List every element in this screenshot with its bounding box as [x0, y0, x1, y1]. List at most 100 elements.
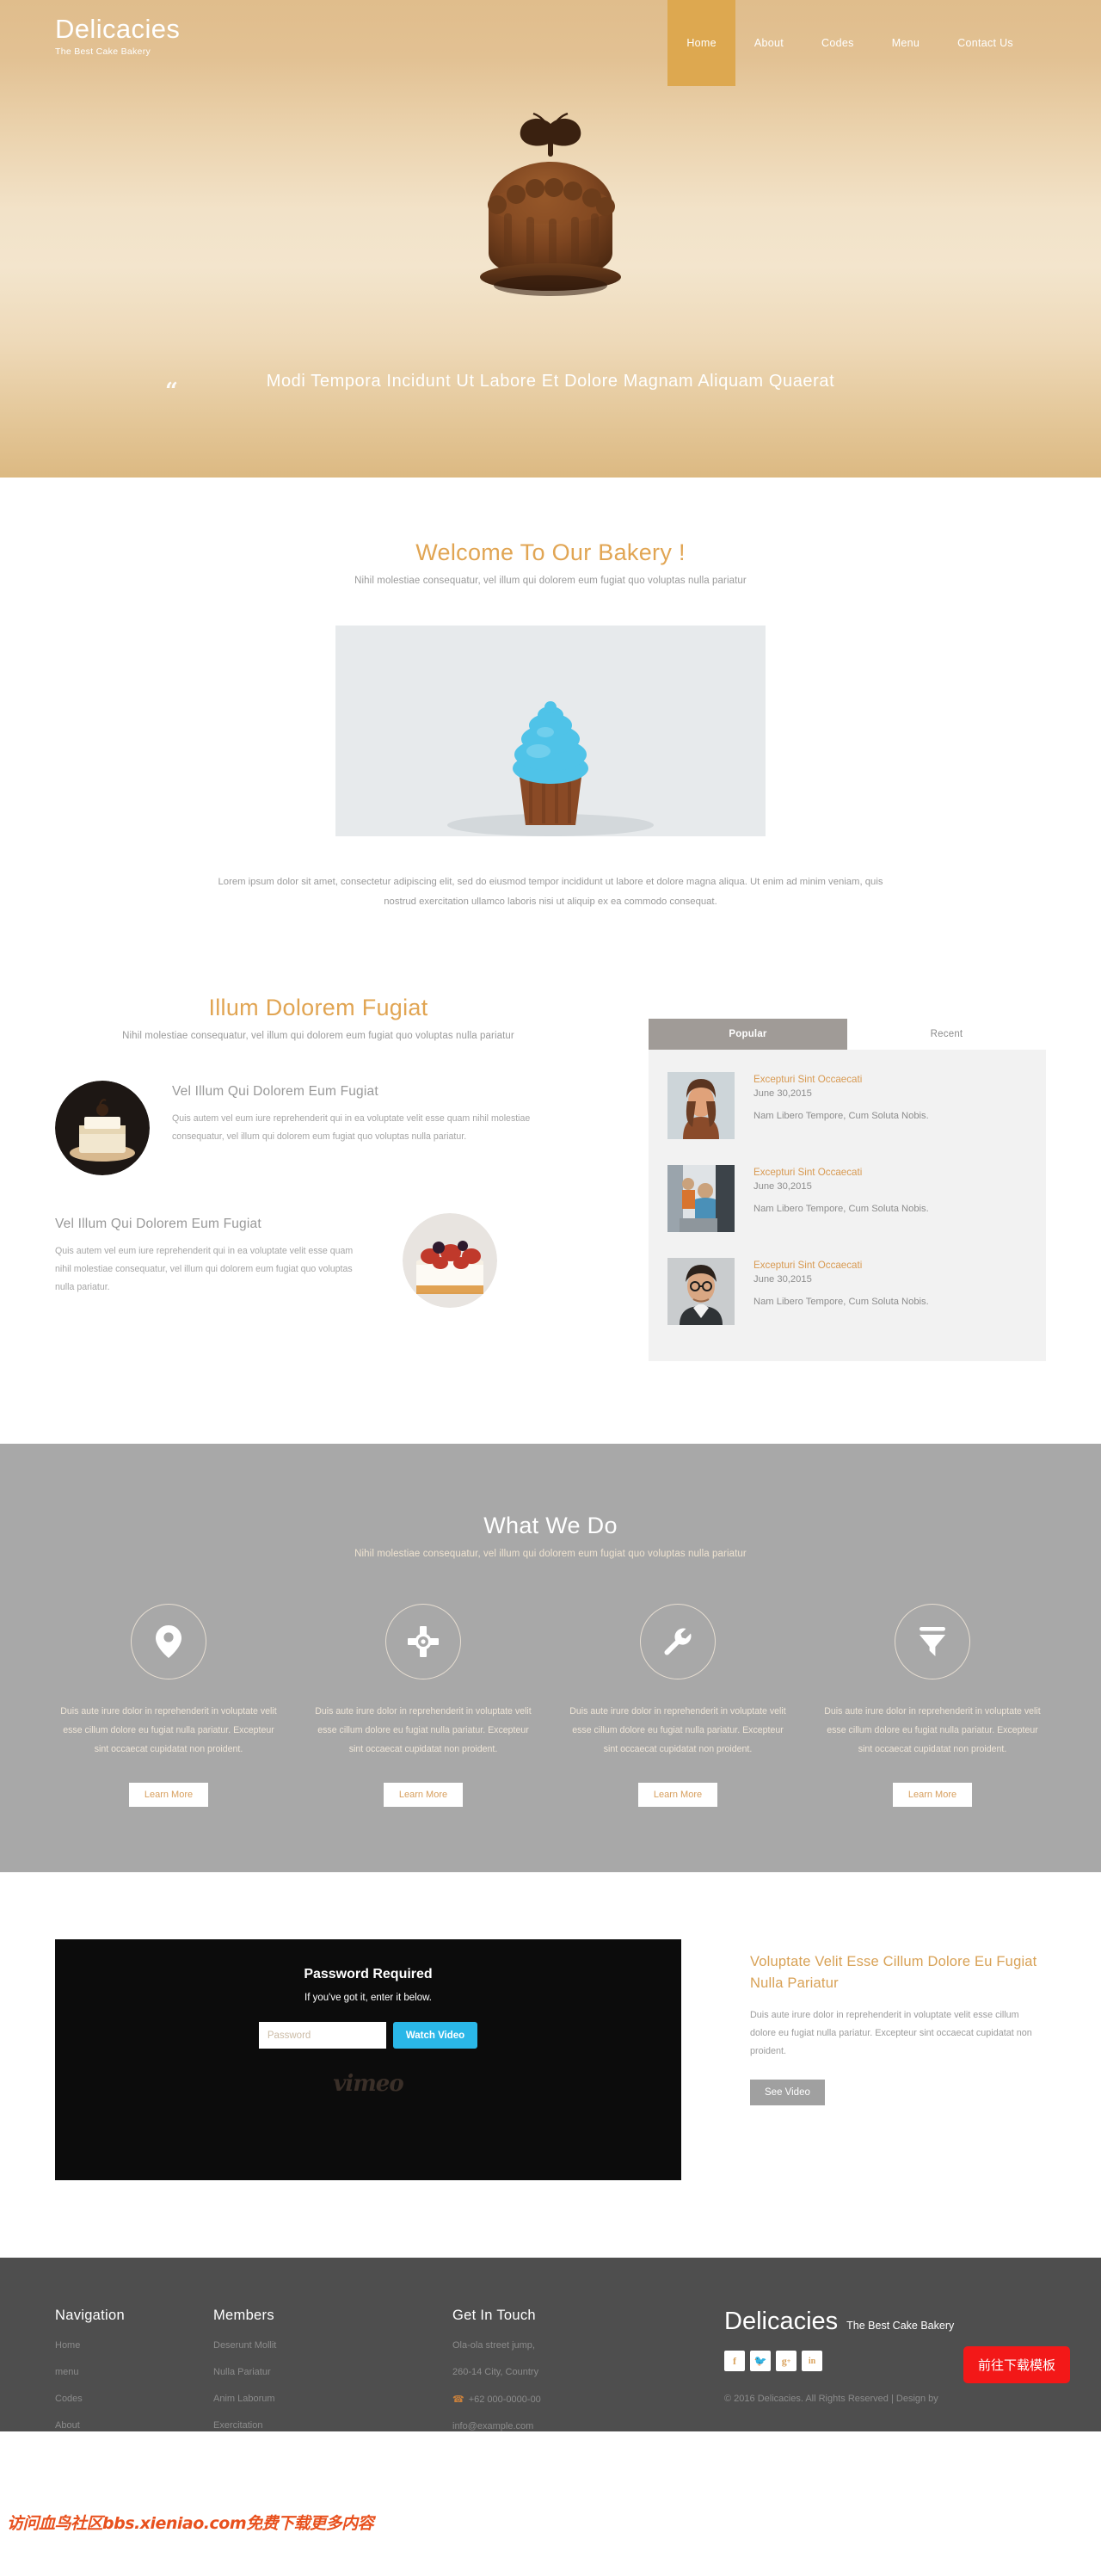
facebook-icon[interactable]: f	[724, 2351, 745, 2371]
list-item[interactable]: Excepturi Sint Occaecati June 30,2015 Na…	[667, 1158, 1027, 1251]
video-side-text: Duis aute irure dolor in reprehenderit i…	[750, 2010, 1032, 2056]
phone-icon: ☎	[452, 2394, 464, 2405]
footer-address-line2: 260-14 City, Country	[452, 2367, 539, 2377]
password-required-sub: If you've got it, enter it below.	[304, 1993, 432, 2003]
post-date: June 30,2015	[753, 1274, 812, 1285]
footer-nav-title: Navigation	[55, 2308, 125, 2323]
illum-subtitle: Nihil molestiae consequatur, vel illum q…	[122, 1031, 514, 1041]
download-template-button[interactable]: 前往下载模板	[963, 2346, 1070, 2383]
what-we-do-section: What We Do Nihil molestiae consequatur, …	[0, 1444, 1101, 1872]
services-list: Duis aute irure dolor in reprehenderit i…	[55, 1604, 1046, 1807]
password-form: Watch Video	[258, 2022, 478, 2049]
hero-cake-image	[421, 108, 680, 311]
post-title[interactable]: Excepturi Sint Occaecati	[753, 1260, 929, 1271]
footer-phone: +62 000-0000-00	[468, 2394, 541, 2405]
footer-nav-link-menu[interactable]: menu	[55, 2367, 213, 2377]
welcome-subtitle: Nihil molestiae consequatur, vel illum q…	[354, 576, 747, 586]
post-date: June 30,2015	[753, 1181, 812, 1192]
watch-video-button[interactable]: Watch Video	[392, 2022, 478, 2049]
password-required-title: Password Required	[304, 1967, 433, 1981]
hero-quote-text: Modi Tempora Incidunt Ut Labore Et Dolor…	[266, 372, 835, 391]
post-date: June 30,2015	[753, 1088, 812, 1099]
footer-brand-title: Delicacies	[724, 2308, 839, 2335]
post-title[interactable]: Excepturi Sint Occaecati	[753, 1167, 929, 1178]
learn-more-button-3[interactable]: Learn More	[637, 1783, 718, 1807]
dessert-image-2	[403, 1213, 497, 1308]
illum-right-column: Popular Recent Excepturi Sint Occaecati …	[649, 995, 1046, 1361]
media-text-1: Quis autem vel eum iure reprehenderit qu…	[172, 1113, 531, 1142]
illum-title: Illum Dolorem Fugiat	[208, 995, 428, 1020]
footer-members-link-3[interactable]: Anim Laborum	[213, 2394, 452, 2404]
post-desc: Nam Libero Tempore, Cum Soluta Nobis.	[753, 1204, 929, 1214]
footer-nav-link-about[interactable]: About	[55, 2420, 213, 2431]
list-item[interactable]: Excepturi Sint Occaecati June 30,2015 Na…	[667, 1251, 1027, 1344]
footer-email-row[interactable]: info@example.com	[452, 2421, 710, 2431]
illum-section: Illum Dolorem Fugiat Nihil molestiae con…	[0, 912, 1101, 1361]
nav-item-codes[interactable]: Codes	[803, 0, 873, 86]
media-title-2: Vel Illum Qui Dolorem Eum Fugiat	[55, 1217, 261, 1231]
service-text-3: Duis aute irure dolor in reprehenderit i…	[569, 1706, 786, 1754]
media-title-1: Vel Illum Qui Dolorem Eum Fugiat	[172, 1084, 378, 1099]
footer-nav-link-codes[interactable]: Codes	[55, 2394, 213, 2404]
service-text-4: Duis aute irure dolor in reprehenderit i…	[824, 1706, 1041, 1754]
footer-members-link-2[interactable]: Nulla Pariatur	[213, 2367, 452, 2377]
footer-email[interactable]: info@example.com	[452, 2421, 533, 2431]
media-item-2: Vel Illum Qui Dolorem Eum Fugiat Quis au…	[55, 1213, 581, 1308]
footer-phone-row: ☎ +62 000-0000-00	[452, 2394, 710, 2405]
footer-navigation-column: Navigation Home menu Codes About	[55, 2308, 213, 2431]
brand-logo[interactable]: Delicacies The Best Cake Bakery	[0, 0, 180, 86]
nav-item-menu[interactable]: Menu	[873, 0, 938, 86]
hero-section: Delicacies The Best Cake Bakery Home Abo…	[0, 0, 1101, 478]
see-video-button[interactable]: See Video	[750, 2080, 825, 2105]
brand-tagline: The Best Cake Bakery	[55, 46, 151, 57]
learn-more-button-4[interactable]: Learn More	[892, 1783, 973, 1807]
footer-nav-link-home[interactable]: Home	[55, 2340, 213, 2351]
tab-popular[interactable]: Popular	[649, 1019, 847, 1050]
video-side-column: Voluptate Velit Esse Cillum Dolore Eu Fu…	[750, 1939, 1043, 2180]
what-we-do-title: What We Do	[483, 1513, 618, 1538]
list-item[interactable]: Excepturi Sint Occaecati June 30,2015 Na…	[667, 1065, 1027, 1158]
media-item-1: Vel Illum Qui Dolorem Eum Fugiat Quis au…	[55, 1081, 581, 1175]
footer-contact-title: Get In Touch	[452, 2308, 536, 2323]
service-card-4: Duis aute irure dolor in reprehenderit i…	[819, 1604, 1046, 1807]
media-text-2: Quis autem vel eum iure reprehenderit qu…	[55, 1246, 354, 1292]
brand-title: Delicacies	[55, 14, 181, 44]
post-thumb-2	[667, 1165, 735, 1232]
service-text-1: Duis aute irure dolor in reprehenderit i…	[60, 1706, 277, 1754]
nav-item-about[interactable]: About	[735, 0, 803, 86]
post-tabs: Popular Recent	[649, 1019, 1046, 1050]
service-text-2: Duis aute irure dolor in reprehenderit i…	[315, 1706, 532, 1754]
page-root: Delicacies The Best Cake Bakery Home Abo…	[0, 0, 1101, 2533]
main-navigation: Home About Codes Menu Contact Us	[667, 0, 1101, 86]
footer-members-link-1[interactable]: Deserunt Mollit	[213, 2340, 452, 2351]
password-input[interactable]	[258, 2022, 386, 2049]
post-desc: Nam Libero Tempore, Cum Soluta Nobis.	[753, 1111, 929, 1121]
nav-item-home[interactable]: Home	[667, 0, 735, 86]
map-pin-icon	[131, 1604, 206, 1679]
nav-item-contact-us[interactable]: Contact Us	[938, 0, 1032, 86]
vimeo-password-player: Password Required If you've got it, ente…	[55, 1939, 681, 2180]
service-card-2: Duis aute irure dolor in reprehenderit i…	[310, 1604, 537, 1807]
post-thumb-1	[667, 1072, 735, 1139]
post-list: Excepturi Sint Occaecati June 30,2015 Na…	[649, 1050, 1046, 1361]
service-card-3: Duis aute irure dolor in reprehenderit i…	[564, 1604, 791, 1807]
watermark-text: 访问血鸟社区bbs.xieniao.com免费下载更多内容	[7, 2514, 374, 2533]
video-side-title: Voluptate Velit Esse Cillum Dolore Eu Fu…	[750, 1954, 1037, 1991]
twitter-icon[interactable]: 🐦	[750, 2351, 771, 2371]
crosshair-target-icon	[385, 1604, 461, 1679]
funnel-filter-icon	[895, 1604, 970, 1679]
footer-brand-tagline: The Best Cake Bakery	[846, 2320, 955, 2332]
post-title[interactable]: Excepturi Sint Occaecati	[753, 1074, 929, 1085]
learn-more-button-1[interactable]: Learn More	[128, 1783, 209, 1807]
tab-recent[interactable]: Recent	[847, 1019, 1046, 1050]
post-desc: Nam Libero Tempore, Cum Soluta Nobis.	[753, 1297, 929, 1307]
service-card-1: Duis aute irure dolor in reprehenderit i…	[55, 1604, 282, 1807]
dessert-image-1	[55, 1081, 150, 1175]
vimeo-logo: vimeo	[333, 2071, 403, 2097]
learn-more-button-2[interactable]: Learn More	[383, 1783, 464, 1807]
footer-address-line1: Ola-ola street jump,	[452, 2340, 535, 2351]
post-thumb-3	[667, 1258, 735, 1325]
footer-members-link-4[interactable]: Exercitation	[213, 2420, 452, 2431]
linkedin-icon[interactable]: in	[802, 2351, 822, 2371]
google-plus-icon[interactable]: g +	[776, 2351, 797, 2371]
